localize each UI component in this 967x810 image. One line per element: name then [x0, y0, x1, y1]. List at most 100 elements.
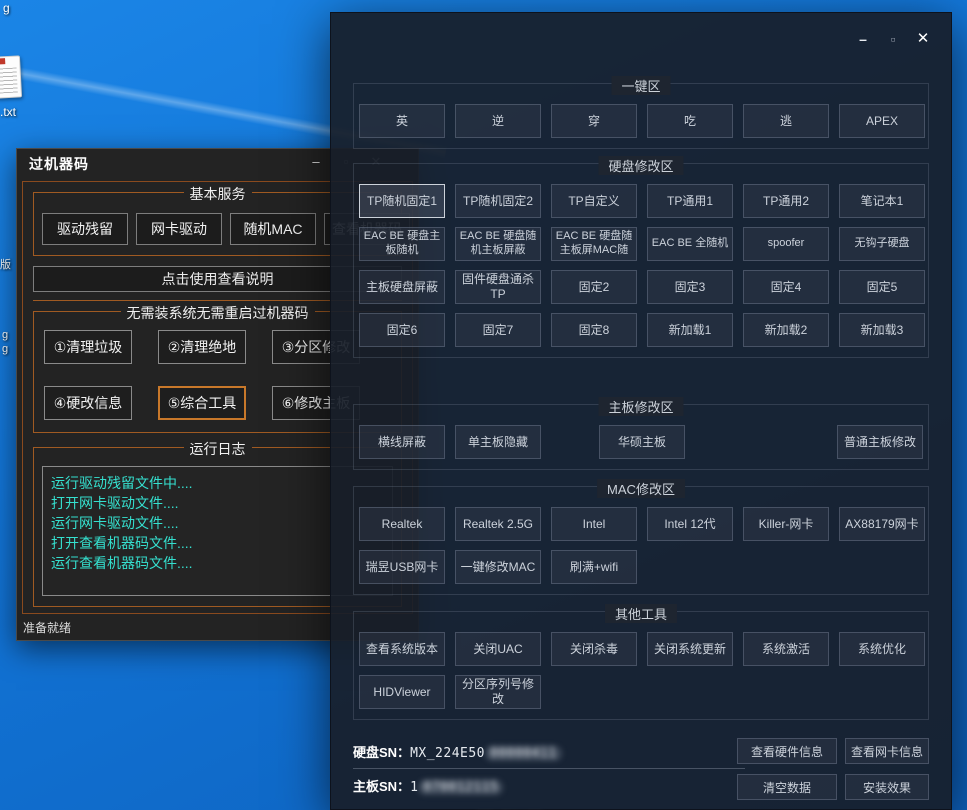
button-吃[interactable]: 吃 — [647, 104, 733, 138]
button-Realtek[interactable]: Realtek — [359, 507, 445, 541]
button-TP自定义[interactable]: TP自定义 — [551, 184, 637, 218]
button-无钩子硬盘[interactable]: 无钩子硬盘 — [839, 227, 925, 261]
button-⑤综合工具[interactable]: ⑤综合工具 — [158, 386, 246, 420]
button-固定6[interactable]: 固定6 — [359, 313, 445, 347]
button-APEX[interactable]: APEX — [839, 104, 925, 138]
button-驱动残留[interactable]: 驱动残留 — [42, 213, 128, 245]
button-TP随机固定1[interactable]: TP随机固定1 — [359, 184, 445, 218]
board-sn-label: 主板SN： — [353, 779, 410, 794]
button-查看硬件信息[interactable]: 查看硬件信息 — [737, 738, 837, 764]
button-④硬改信息[interactable]: ④硬改信息 — [44, 386, 132, 420]
button-Intel[interactable]: Intel — [551, 507, 637, 541]
section-onekey: 一键区英逆穿吃逃APEX — [353, 83, 929, 149]
section-title: 其他工具 — [605, 604, 677, 623]
button-EAC BE 全随机[interactable]: EAC BE 全随机 — [647, 227, 733, 261]
button-随机MAC[interactable]: 随机MAC — [230, 213, 316, 245]
window-hardware-tool-panel: – ▫ ✕ 一键区英逆穿吃逃 APEX 硬盘修改区 TP随机固定1 TP随机固定2 TP自… — [330, 12, 952, 810]
disk-sn-label: 硬盘SN： — [353, 745, 410, 760]
section-tools: 其他工具查看系统版本关闭UAC关闭杀毒关闭系统更新系统激活系统优化HIDView… — [353, 611, 929, 720]
button-row: 固定6 固定7 固定8 新加载1 新加载2 新加载3 — [359, 313, 923, 347]
button-row: 横线屏蔽单主板隐藏 华硕主板 普通主板修改 — [359, 425, 923, 459]
button-row: 英逆穿吃逃 APEX — [359, 104, 923, 138]
button-固件硬盘通杀TP[interactable]: 固件硬盘通杀TP — [455, 270, 541, 304]
button-固定8[interactable]: 固定8 — [551, 313, 637, 347]
button-Killer-网卡[interactable]: Killer-网卡 — [743, 507, 829, 541]
button-固定7[interactable]: 固定7 — [455, 313, 541, 347]
footer-divider — [353, 768, 745, 769]
button-HIDViewer[interactable]: HIDViewer — [359, 675, 445, 709]
section-title: 一键区 — [611, 76, 670, 95]
button-新加载3[interactable]: 新加载3 — [839, 313, 925, 347]
button-EAC BE 硬盘随主板屏MAC随[interactable]: EAC BE 硬盘随主板屏MAC随 — [551, 227, 637, 261]
button-查看系统版本[interactable]: 查看系统版本 — [359, 632, 445, 666]
button-②清理绝地[interactable]: ②清理绝地 — [158, 330, 246, 364]
document-icon — [0, 55, 22, 98]
button-固定5[interactable]: 固定5 — [839, 270, 925, 304]
board-sn-line: 主板SN：1070012115 — [353, 776, 503, 795]
button-Intel 12代[interactable]: Intel 12代 — [647, 507, 733, 541]
button-系统激活[interactable]: 系统激活 — [743, 632, 829, 666]
button-row: TP随机固定1 TP随机固定2 TP自定义 TP通用1 TP通用2 笔记本1 — [359, 184, 923, 218]
desktop: g .txt 版 g g 过机器码 – ▫ ✕ 基本服务 驱动残留网卡驱动随机M… — [0, 0, 967, 810]
button-逆[interactable]: 逆 — [455, 104, 541, 138]
button-固定3[interactable]: 固定3 — [647, 270, 733, 304]
button-AX88179网卡[interactable]: AX88179网卡 — [839, 507, 925, 541]
minimize-button[interactable]: – — [306, 154, 326, 169]
group-title: 无需装系统无需重启过机器码 — [121, 303, 315, 323]
txt-file-label: .txt — [0, 105, 16, 119]
button-关闭杀毒[interactable]: 关闭杀毒 — [551, 632, 637, 666]
button-华硕主板[interactable]: 华硕主板 — [599, 425, 685, 459]
button-逃[interactable]: 逃 — [743, 104, 829, 138]
right-window-body: 一键区英逆穿吃逃 APEX 硬盘修改区 TP随机固定1 TP随机固定2 TP自定义 TP通用… — [353, 63, 929, 809]
button-笔记本1[interactable]: 笔记本1 — [839, 184, 925, 218]
button-row: 瑞昱USB网卡一键修改MAC 刷满+wifi — [359, 550, 923, 584]
desktop-icon-label-partial: g — [3, 1, 10, 15]
button-刷满+wifi[interactable]: 刷满+wifi — [551, 550, 637, 584]
button-EAC BE 硬盘主板随机[interactable]: EAC BE 硬盘主板随机 — [359, 227, 445, 261]
button-一键修改MAC[interactable]: 一键修改MAC — [455, 550, 541, 584]
section-disk: 硬盘修改区TP随机固定1TP随机固定2TP自定义TP通用1TP通用2笔记本1EA… — [353, 163, 929, 358]
button-Realtek 2.5G[interactable]: Realtek 2.5G — [455, 507, 541, 541]
status-text: 准备就绪 — [23, 619, 71, 636]
right-window-controls: – ▫ ✕ — [851, 29, 935, 49]
button-新加载2[interactable]: 新加载2 — [743, 313, 829, 347]
button-新加载1[interactable]: 新加载1 — [647, 313, 733, 347]
button-普通主板修改[interactable]: 普通主板修改 — [837, 425, 923, 459]
maximize-button[interactable]: ▫ — [881, 29, 905, 49]
button-网卡驱动[interactable]: 网卡驱动 — [136, 213, 222, 245]
left-window-title: 过机器码 — [29, 154, 89, 174]
group-title: 运行日志 — [184, 439, 252, 459]
button-单主板隐藏[interactable]: 单主板隐藏 — [455, 425, 541, 459]
button-TP通用1[interactable]: TP通用1 — [647, 184, 733, 218]
button-spoofer[interactable]: spoofer — [743, 227, 829, 261]
button-关闭UAC[interactable]: 关闭UAC — [455, 632, 541, 666]
button-①清理垃圾[interactable]: ①清理垃圾 — [44, 330, 132, 364]
button-清空数据[interactable]: 清空数据 — [737, 774, 837, 800]
button-英[interactable]: 英 — [359, 104, 445, 138]
button-row: 主板硬盘屏蔽固件硬盘通杀TP 固定2 固定3 固定4 固定5 — [359, 270, 923, 304]
button-关闭系统更新[interactable]: 关闭系统更新 — [647, 632, 733, 666]
button-瑞昱USB网卡[interactable]: 瑞昱USB网卡 — [359, 550, 445, 584]
section-title: 硬盘修改区 — [598, 156, 683, 175]
close-button[interactable]: ✕ — [911, 29, 935, 49]
section-title: 主板修改区 — [598, 397, 683, 416]
button-主板硬盘屏蔽[interactable]: 主板硬盘屏蔽 — [359, 270, 445, 304]
button-固定4[interactable]: 固定4 — [743, 270, 829, 304]
txt-file-icon[interactable] — [0, 54, 25, 102]
button-EAC BE 硬盘随机主板屏蔽[interactable]: EAC BE 硬盘随机主板屏蔽 — [455, 227, 541, 261]
minimize-button[interactable]: – — [851, 29, 875, 49]
rw-sections: 一键区英逆穿吃逃APEX硬盘修改区TP随机固定1TP随机固定2TP自定义TP通用… — [353, 83, 929, 720]
button-横线屏蔽[interactable]: 横线屏蔽 — [359, 425, 445, 459]
button-系统优化[interactable]: 系统优化 — [839, 632, 925, 666]
section-mainboard: 主板修改区横线屏蔽单主板隐藏华硕主板普通主板修改 — [353, 404, 929, 470]
disk-sn-value: MX_224E50 — [410, 746, 485, 761]
board-sn-censored: 070012115 — [418, 780, 503, 795]
button-TP随机固定2[interactable]: TP随机固定2 — [455, 184, 541, 218]
button-固定2[interactable]: 固定2 — [551, 270, 637, 304]
button-穿[interactable]: 穿 — [551, 104, 637, 138]
button-TP通用2[interactable]: TP通用2 — [743, 184, 829, 218]
button-分区序列号修改[interactable]: 分区序列号修改 — [455, 675, 541, 709]
button-查看网卡信息[interactable]: 查看网卡信息 — [845, 738, 929, 764]
button-安装效果[interactable]: 安装效果 — [845, 774, 929, 800]
desktop-icon-label-partial: g — [2, 343, 8, 355]
